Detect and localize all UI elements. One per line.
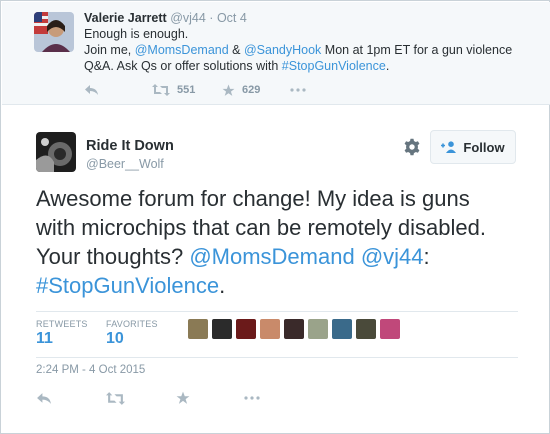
follow-button[interactable]: Follow bbox=[430, 130, 516, 164]
main-author-handle[interactable]: @Beer__Wolf bbox=[86, 157, 164, 171]
hashtag-stopgunviolence[interactable]: #StopGunViolence bbox=[282, 59, 386, 73]
mention-vj44[interactable]: @vj44 bbox=[361, 244, 424, 269]
favoriter-avatars bbox=[188, 319, 404, 341]
retweet-icon bbox=[152, 84, 170, 96]
main-text-colon: : bbox=[423, 244, 430, 269]
parent-text-end: . bbox=[385, 59, 390, 73]
main-favorite-button[interactable] bbox=[176, 390, 190, 406]
more-icon bbox=[290, 88, 306, 92]
main-retweet-button[interactable] bbox=[106, 390, 125, 406]
favoriter-avatar[interactable] bbox=[356, 319, 376, 339]
stats-divider-top bbox=[36, 311, 518, 312]
retweets-value[interactable]: 11 bbox=[36, 330, 53, 348]
settings-button[interactable] bbox=[403, 138, 421, 156]
avatar-valerie-jarrett[interactable] bbox=[34, 12, 74, 52]
favoriter-avatar[interactable] bbox=[188, 319, 208, 339]
follow-button-label: Follow bbox=[463, 139, 505, 155]
favoriter-avatar[interactable] bbox=[308, 319, 328, 339]
favoriter-avatar[interactable] bbox=[260, 319, 280, 339]
favoriter-avatar[interactable] bbox=[380, 319, 400, 339]
main-tweet-actions bbox=[36, 390, 336, 408]
retweets-label: RETWEETS bbox=[36, 319, 88, 329]
favorites-label: FAVORITES bbox=[106, 319, 158, 329]
reply-icon bbox=[85, 85, 98, 95]
hashtag-stopgunviolence-main[interactable]: #StopGunViolence bbox=[36, 273, 219, 298]
favoriter-avatar[interactable] bbox=[284, 319, 304, 339]
main-reply-button[interactable] bbox=[36, 390, 52, 406]
star-icon bbox=[176, 391, 190, 404]
parent-tweet[interactable]: Valerie Jarrett @vj44 · Oct 4 Enough is … bbox=[2, 2, 550, 105]
favorite-button[interactable]: 629 bbox=[222, 82, 260, 98]
main-tweet-text: Awesome forum for change! My idea is gun… bbox=[36, 184, 506, 300]
more-icon bbox=[244, 396, 260, 400]
stats-divider-bottom bbox=[36, 357, 518, 358]
favorites-value[interactable]: 10 bbox=[106, 330, 124, 348]
retweet-icon bbox=[106, 391, 125, 405]
parent-text-join: Join me, bbox=[84, 43, 135, 57]
favorite-count: 629 bbox=[242, 84, 261, 96]
parent-tweet-header: Valerie Jarrett @vj44 · Oct 4 bbox=[84, 11, 247, 26]
retweet-button[interactable]: 551 bbox=[152, 82, 195, 98]
favoriter-avatar[interactable] bbox=[332, 319, 352, 339]
parent-author-handle[interactable]: @vj44 bbox=[170, 11, 206, 25]
parent-text-amp: & bbox=[228, 43, 244, 57]
star-icon bbox=[222, 84, 235, 96]
main-author-name[interactable]: Ride It Down bbox=[86, 138, 174, 154]
parent-author-name[interactable]: Valerie Jarrett bbox=[84, 11, 167, 25]
parent-tweet-text: Enough is enough. Join me, @MomsDemand &… bbox=[84, 26, 534, 74]
parent-text-line1: Enough is enough. bbox=[84, 27, 189, 41]
mention-momsdemand[interactable]: @MomsDemand bbox=[135, 43, 229, 57]
parent-text-body: Join me, @MomsDemand & @SandyHook Mon at… bbox=[84, 42, 534, 74]
main-tweet: Ride It Down @Beer__Wolf Follow Awesome … bbox=[2, 106, 550, 434]
main-more-button[interactable] bbox=[244, 390, 260, 406]
mention-sandyhook[interactable]: @SandyHook bbox=[244, 43, 321, 57]
gear-icon bbox=[404, 138, 420, 156]
follow-person-icon bbox=[441, 141, 457, 153]
mention-momsdemand-main[interactable]: @MomsDemand bbox=[189, 244, 354, 269]
tweet-permalink-frame: Valerie Jarrett @vj44 · Oct 4 Enough is … bbox=[0, 0, 550, 434]
avatar-ride-it-down[interactable] bbox=[36, 132, 76, 172]
tweet-timestamp[interactable]: 2:24 PM - 4 Oct 2015 bbox=[36, 364, 145, 376]
main-text-end: . bbox=[219, 273, 226, 298]
parent-tweet-date[interactable]: Oct 4 bbox=[217, 11, 247, 25]
reply-icon bbox=[37, 392, 51, 404]
favoriter-avatar[interactable] bbox=[236, 319, 256, 339]
reply-button[interactable] bbox=[84, 82, 99, 98]
retweet-count: 551 bbox=[177, 84, 196, 96]
parent-meta-separator: · bbox=[209, 11, 214, 25]
more-button[interactable] bbox=[290, 82, 306, 98]
favoriter-avatar[interactable] bbox=[212, 319, 232, 339]
